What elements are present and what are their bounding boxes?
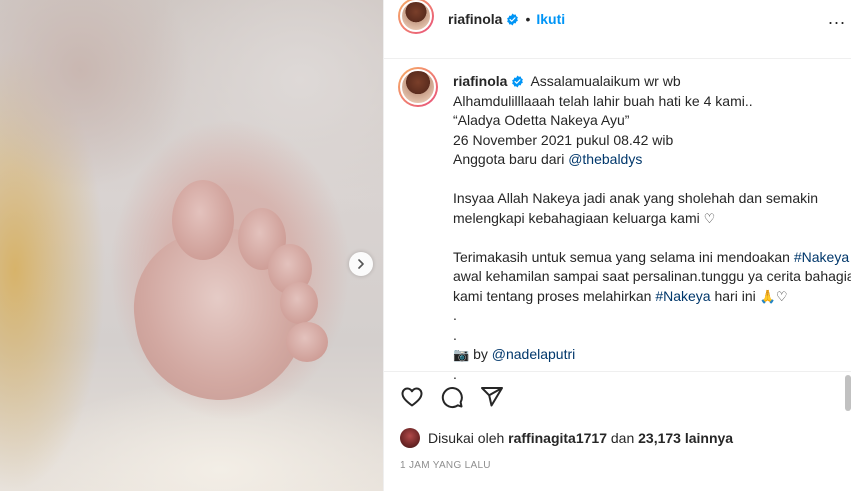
chevron-right-icon [358,259,364,269]
caption-line: awal kehamilan sampai saat persalinan.tu… [453,268,851,284]
scrollbar[interactable] [845,375,851,411]
follow-button[interactable]: Ikuti [536,11,565,27]
caption-line: kami tentang proses melahirkan [453,287,656,304]
comment-icon[interactable] [440,385,464,409]
post-timestamp[interactable]: 1 JAM YANG LALU [400,460,491,471]
post-photo[interactable] [0,0,383,491]
caption-line: 26 November 2021 pukul 08.42 wib [453,131,674,148]
action-bar [400,385,504,409]
likes-and: dan [610,430,635,446]
header-username[interactable]: riafinola [448,11,502,27]
next-photo-button[interactable] [349,252,373,276]
baby-toe [280,282,318,324]
baby-toe [286,322,328,362]
caption-line: Insyaa Allah Nakeya jadi anak yang shole… [453,190,819,206]
caption-line: . [453,307,457,323]
avatar[interactable] [400,428,420,448]
verified-badge-icon [512,75,524,88]
verified-badge-icon [507,13,519,25]
pray-emoji: 🙏 [759,289,776,305]
caption-text: riafinola Assalamualaikum wr wb Alhamdul… [453,72,851,384]
caption-line: by [469,346,492,362]
heart-emoji: ♡ [703,211,716,227]
camera-emoji: 📷 [453,348,470,363]
heart-icon[interactable] [400,385,424,409]
post-side-panel: riafinola • Ikuti ... riafinola Assalamu… [383,0,851,491]
caption-line: Alhamdulilllaaah telah lahir buah hati k… [453,92,753,109]
separator-dot: • [525,11,531,27]
likes-prefix: Disukai oleh [428,430,505,446]
mention-link[interactable]: @nadelaputri [492,346,576,362]
caption-line: . [453,326,457,343]
caption-line: . [453,365,457,382]
divider [384,371,851,372]
divider [384,58,851,59]
post-header: riafinola • Ikuti ... [384,0,851,38]
more-options-button[interactable]: ... [828,8,846,29]
hashtag-link[interactable]: #Nakeya [794,249,849,265]
liked-by-user[interactable]: raffinagita1717 [508,430,607,446]
mention-link[interactable]: @thebaldys [568,151,642,167]
baby-toe [172,180,234,260]
caption-line-tail: hari ini [710,287,760,304]
caption-line: melengkapi kebahagiaan keluarga kami [453,209,704,226]
caption-line: Assalamualaikum wr wb [530,73,681,89]
likes-count[interactable]: 23,173 lainnya [638,430,733,446]
paper-plane-icon[interactable] [480,385,504,409]
avatar[interactable] [398,67,438,107]
caption-line: “Aladya Odetta Nakeya Ayu” [453,112,630,128]
avatar[interactable] [398,0,434,34]
caption-line: Anggota baru dari [453,151,569,167]
hashtag-link[interactable]: #Nakeya [655,288,710,304]
caption-line: Terimakasih untuk semua yang selama ini … [453,248,794,265]
caption-username[interactable]: riafinola [453,73,507,89]
likes-summary: Disukai oleh raffinagita1717 dan 23,173 … [400,428,733,448]
heart-emoji: ♡ [775,289,788,305]
